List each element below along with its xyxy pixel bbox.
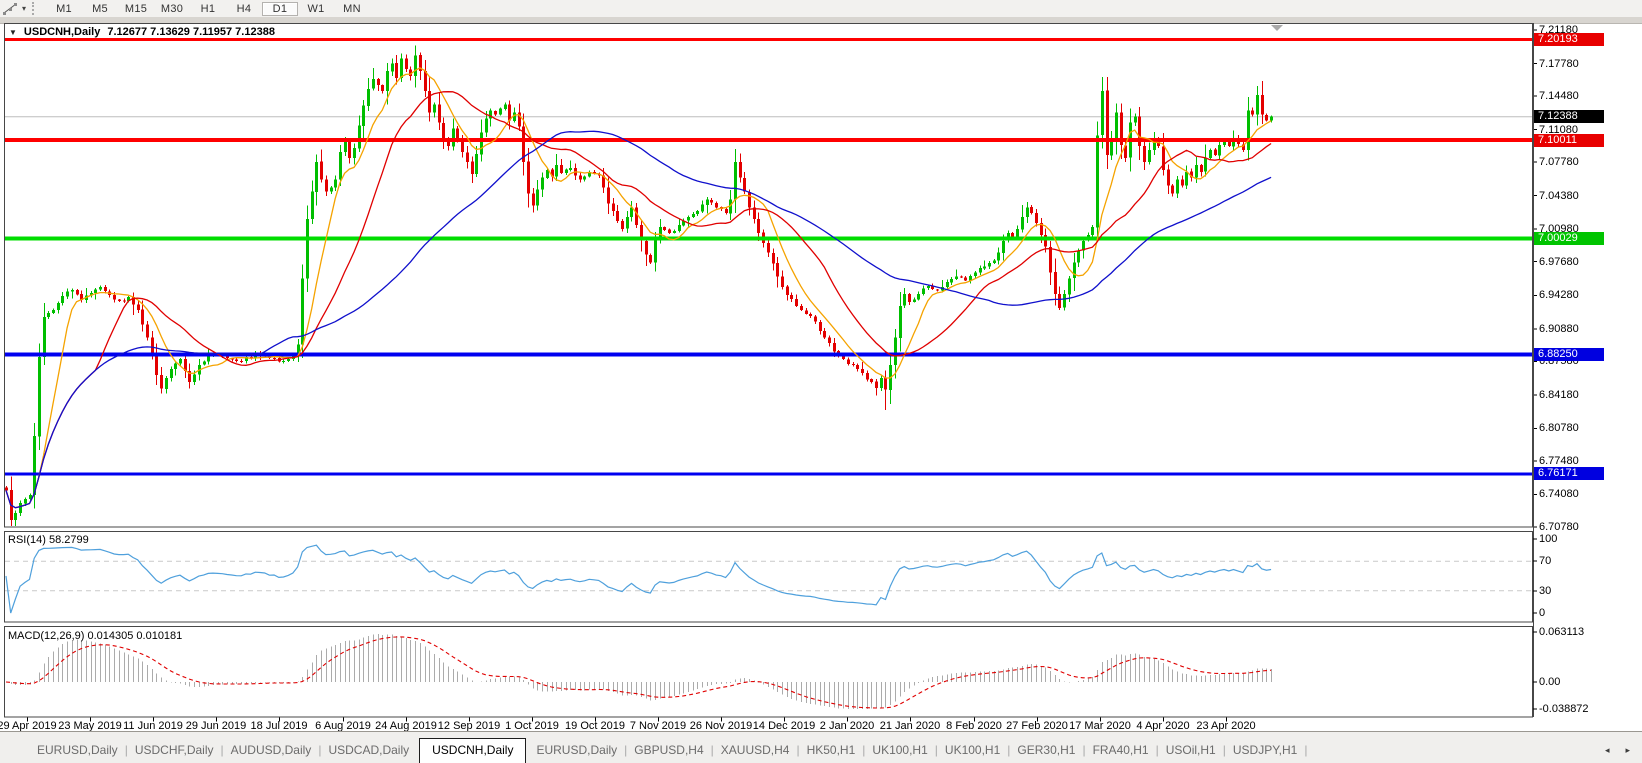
chart-symbol-period: USDCNH,Daily bbox=[24, 26, 100, 38]
price-badge-7-20193: 7.20193 bbox=[1534, 33, 1604, 46]
rsi-tick-label: 70 bbox=[1539, 555, 1551, 567]
price-tick-label: 6.84180 bbox=[1539, 389, 1579, 401]
price-tick-label: 6.97680 bbox=[1539, 256, 1579, 268]
price-badge-6-88250: 6.88250 bbox=[1534, 348, 1604, 361]
tab-separator: | bbox=[1304, 739, 1307, 763]
tab-gbpusd-h4[interactable]: GBPUSD,H4 bbox=[627, 739, 710, 763]
price-tick-label: 6.80780 bbox=[1539, 422, 1579, 434]
tab-xauusd-h4[interactable]: XAUUSD,H4 bbox=[714, 739, 797, 763]
macd-tick-label: 0.063113 bbox=[1539, 626, 1584, 638]
chart-tab-list: EURUSD,Daily|USDCHF,Daily|AUDUSD,Daily|U… bbox=[0, 732, 1307, 763]
mt4-window: ▾ M1M5M15M30H1H4D1W1MN ▼ USDCNH,Daily 7.… bbox=[0, 0, 1642, 763]
price-tick-label: 7.17780 bbox=[1539, 58, 1579, 70]
tab-usdcnh-daily[interactable]: USDCNH,Daily bbox=[419, 738, 526, 763]
price-badge-7-00029: 7.00029 bbox=[1534, 232, 1604, 245]
price-tick-label: 7.04380 bbox=[1539, 190, 1579, 202]
tab-ger30-h1[interactable]: GER30,H1 bbox=[1010, 739, 1082, 763]
tab-eurusd-daily[interactable]: EURUSD,Daily bbox=[529, 739, 624, 763]
tab-usdcad-daily[interactable]: USDCAD,Daily bbox=[321, 739, 416, 763]
chart-canvas[interactable] bbox=[0, 0, 1642, 763]
price-tick-label: 7.14480 bbox=[1539, 90, 1579, 102]
rsi-indicator-label: RSI(14) 58.2799 bbox=[8, 534, 89, 546]
price-tick-label: 6.77480 bbox=[1539, 455, 1579, 467]
price-tick-label: 6.70780 bbox=[1539, 521, 1579, 533]
tab-hk50-h1[interactable]: HK50,H1 bbox=[800, 739, 863, 763]
tab-scroll-arrows: ◂ ▸ bbox=[1605, 746, 1630, 755]
chart-tab-bar: EURUSD,Daily|USDCHF,Daily|AUDUSD,Daily|U… bbox=[0, 731, 1642, 763]
tab-usoil-h1[interactable]: USOil,H1 bbox=[1159, 739, 1223, 763]
price-tick-label: 6.90880 bbox=[1539, 323, 1579, 335]
macd-indicator-label: MACD(12,26,9) 0.014305 0.010181 bbox=[8, 630, 182, 642]
rsi-tick-label: 0 bbox=[1539, 607, 1545, 619]
tab-audusd-daily[interactable]: AUDUSD,Daily bbox=[224, 739, 319, 763]
tab-scroll-left-icon[interactable]: ◂ bbox=[1605, 746, 1610, 755]
tab-fra40-h1[interactable]: FRA40,H1 bbox=[1086, 739, 1156, 763]
price-tick-label: 6.94280 bbox=[1539, 289, 1579, 301]
rsi-tick-label: 100 bbox=[1539, 533, 1557, 545]
tab-scroll-right-icon[interactable]: ▸ bbox=[1625, 746, 1630, 755]
price-badge-6-76171: 6.76171 bbox=[1534, 467, 1604, 480]
rsi-tick-label: 30 bbox=[1539, 585, 1551, 597]
price-badge-7-12388: 7.12388 bbox=[1534, 110, 1604, 123]
price-tick-label: 6.74080 bbox=[1539, 488, 1579, 500]
tab-uk100-h1[interactable]: UK100,H1 bbox=[938, 739, 1007, 763]
macd-tick-label: 0.00 bbox=[1539, 676, 1560, 688]
tab-uk100-h1[interactable]: UK100,H1 bbox=[865, 739, 934, 763]
chart-ohlc-values: 7.12677 7.13629 7.11957 7.12388 bbox=[107, 26, 275, 38]
tab-usdchf-daily[interactable]: USDCHF,Daily bbox=[128, 739, 221, 763]
macd-tick-label: -0.038872 bbox=[1539, 703, 1589, 715]
price-badge-7-10011: 7.10011 bbox=[1534, 134, 1604, 147]
tab-eurusd-daily[interactable]: EURUSD,Daily bbox=[30, 739, 125, 763]
price-tick-label: 7.07780 bbox=[1539, 156, 1579, 168]
tab-usdjpy-h1[interactable]: USDJPY,H1 bbox=[1226, 739, 1304, 763]
chart-title: ▼ USDCNH,Daily 7.12677 7.13629 7.11957 7… bbox=[9, 26, 275, 38]
chart-dropdown-icon[interactable]: ▼ bbox=[9, 28, 17, 37]
